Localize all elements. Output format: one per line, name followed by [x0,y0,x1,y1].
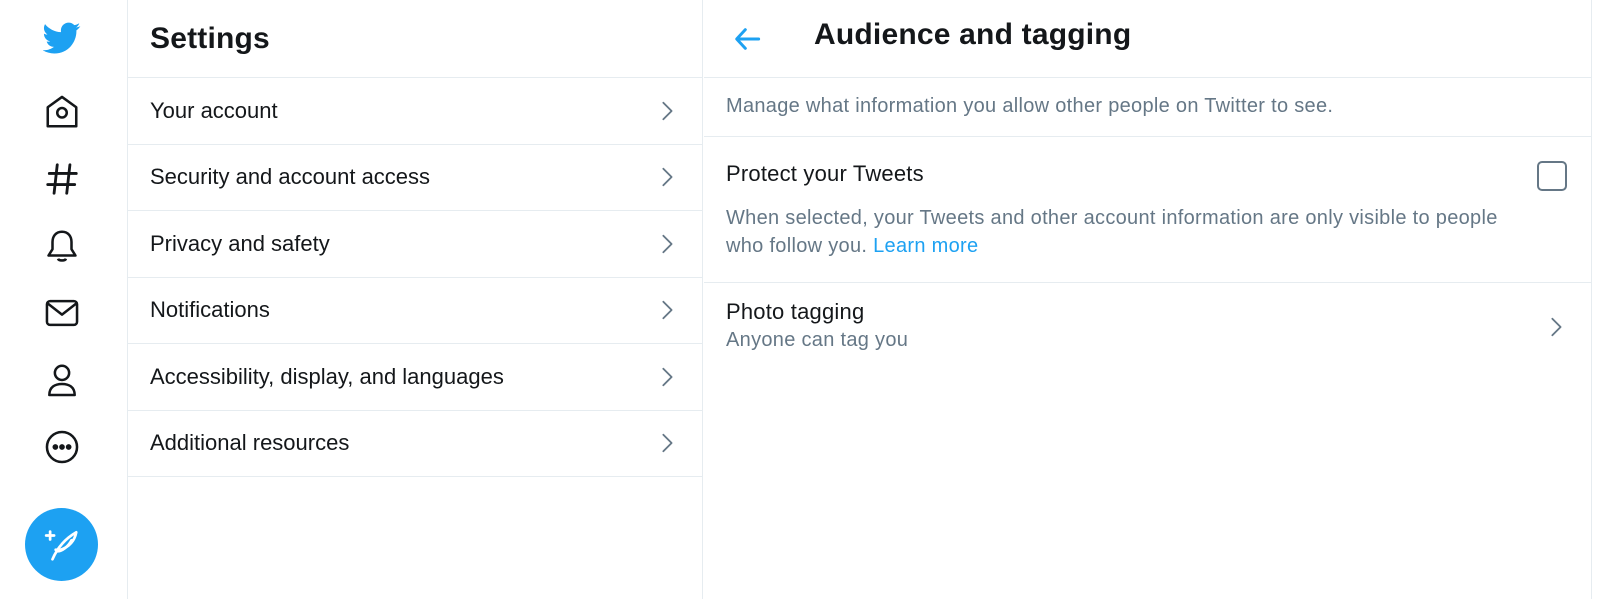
compose-button[interactable] [25,508,98,581]
learn-more-link[interactable]: Learn more [873,235,978,257]
settings-item-label: Accessibility, display, and languages [150,363,504,389]
home-icon[interactable] [40,90,84,134]
protect-tweets-checkbox[interactable] [1537,161,1567,191]
intro-text: Manage what information you allow other … [704,78,1591,137]
detail-header: Audience and tagging [704,0,1591,78]
settings-header: Settings [128,0,702,78]
compose-feather-icon [44,529,78,561]
settings-item-label: Security and account access [150,164,431,190]
bell-icon[interactable] [40,224,84,268]
settings-item-label: Additional resources [150,430,350,456]
chevron-right-icon [662,101,673,120]
user-icon[interactable] [40,358,84,402]
mail-icon[interactable] [40,291,84,335]
settings-item-additional-resources[interactable]: Additional resources [128,411,702,477]
settings-item-security[interactable]: Security and account access [128,145,702,211]
settings-item-notifications[interactable]: Notifications [128,278,702,344]
hashtag-icon[interactable] [40,157,84,201]
protect-tweets-title: Protect your Tweets [726,161,924,186]
page-title: Audience and tagging [814,18,1132,51]
photo-tagging-subtitle: Anyone can tag you [726,329,909,351]
chevron-right-icon [1551,317,1562,337]
protect-description-text: When selected, your Tweets and other acc… [726,207,1498,257]
audience-tagging-panel: Audience and tagging Manage what informa… [704,0,1592,599]
photo-tagging-row[interactable]: Photo tagging Anyone can tag you [704,283,1591,373]
chevron-right-icon [662,434,673,453]
more-icon[interactable] [40,425,84,469]
settings-item-accessibility[interactable]: Accessibility, display, and languages [128,344,702,411]
settings-item-privacy[interactable]: Privacy and safety [128,211,702,278]
chevron-right-icon [662,367,673,386]
settings-item-label: Notifications [150,297,270,323]
protect-tweets-row[interactable]: Protect your Tweets When selected, your … [704,137,1591,283]
settings-item-your-account[interactable]: Your account [128,78,702,145]
settings-panel: Settings Your account Security and accou… [128,0,703,599]
settings-item-label: Privacy and safety [150,230,330,256]
arrow-left-icon [735,28,761,50]
chevron-right-icon [662,168,673,187]
protect-tweets-description: When selected, your Tweets and other acc… [726,204,1526,260]
settings-title: Settings [150,21,270,55]
nav-rail [0,0,128,599]
back-button[interactable] [730,21,766,57]
settings-item-label: Your account [150,97,278,123]
twitter-bird-icon[interactable] [40,16,84,60]
chevron-right-icon [662,301,673,320]
chevron-right-icon [662,234,673,253]
photo-tagging-title: Photo tagging [726,299,865,324]
